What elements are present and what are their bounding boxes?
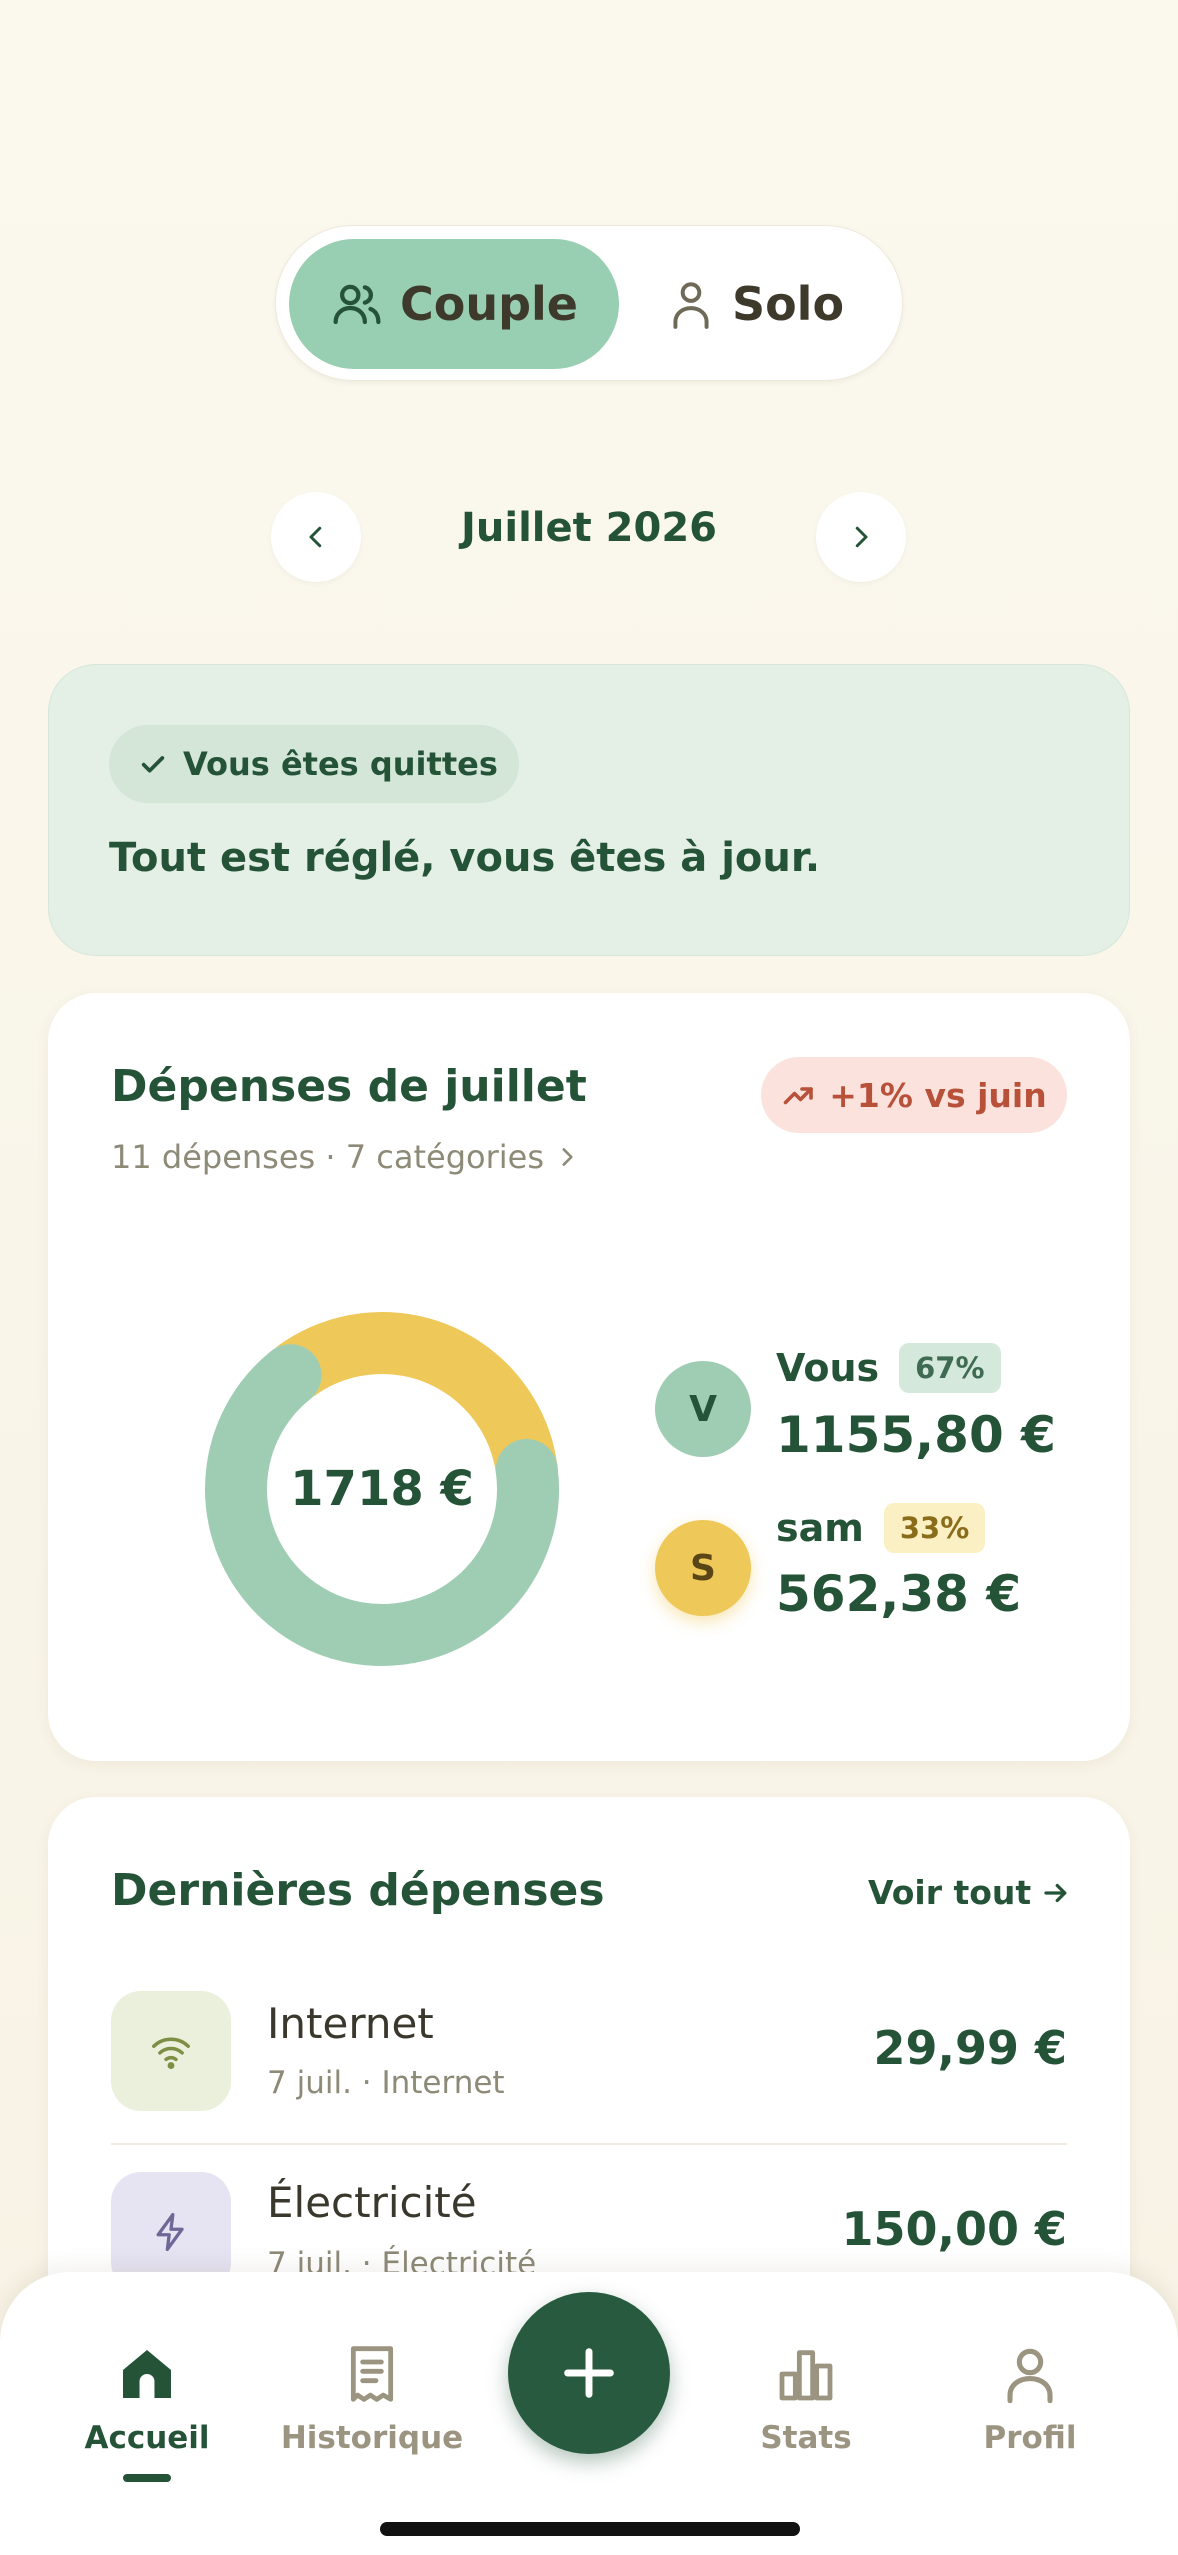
expenses-details-link[interactable]: 11 dépenses · 7 catégories [111,1138,580,1176]
expense-amount: 29,99 € [873,2021,1067,2075]
add-expense-button[interactable] [508,2292,670,2454]
settled-badge: Vous êtes quittes [109,725,519,803]
expense-name: Électricité [267,2178,477,2227]
expenses-title: Dépenses de juillet [111,1061,587,1112]
receipt-icon [340,2342,404,2406]
see-all-link[interactable]: Voir tout [868,1873,1071,1912]
percent-badge: 67% [899,1343,1001,1393]
check-icon [137,748,169,780]
chevron-right-icon [846,522,876,552]
expense-name: Internet [267,1999,434,2048]
tab-label: Stats [760,2420,852,2456]
expenses-subtitle: 11 dépenses · 7 catégories [111,1138,544,1176]
mode-toggle: Couple Solo [275,225,903,381]
settled-message: Tout est réglé, vous êtes à jour. [109,835,821,881]
expense-amount: 150,00 € [841,2202,1067,2256]
trend-label: +1% vs juin [829,1075,1047,1115]
monthly-expenses-card: Dépenses de juillet 11 dépenses · 7 caté… [48,993,1130,1761]
current-month: Juillet 2026 [461,505,717,551]
couple-mode-button[interactable]: Couple [289,239,619,369]
home-indicator [380,2522,800,2536]
divider [111,2143,1067,2145]
percent-badge: 33% [883,1503,986,1553]
avatar-vous: V [655,1361,751,1457]
person-amount: 1155,80 € [776,1406,1056,1464]
solo-label: Solo [731,277,845,331]
settled-badge-label: Vous êtes quittes [183,745,498,783]
tab-stats[interactable]: Stats [696,2342,916,2456]
home-icon [115,2342,179,2406]
chevron-right-icon [554,1144,580,1170]
latest-title: Dernières dépenses [111,1865,605,1916]
person-name: Vous [776,1346,880,1390]
expense-icon-box [111,1991,231,2111]
trending-up-icon [781,1077,817,1113]
person-sam-header: sam 33% [776,1503,986,1553]
next-month-button[interactable] [816,492,906,582]
user-icon [666,277,716,331]
person-amount: 562,38 € [776,1565,1022,1623]
solo-mode-button[interactable]: Solo [619,239,891,369]
wifi-icon [148,2028,194,2074]
see-all-label: Voir tout [868,1873,1032,1912]
tab-profil[interactable]: Profil [920,2342,1140,2456]
person-vous-header: Vous 67% [776,1343,1001,1393]
tab-label: Historique [280,2420,464,2456]
arrow-right-icon [1041,1878,1071,1908]
active-tab-indicator [123,2474,171,2482]
trend-badge: +1% vs juin [761,1057,1067,1133]
user-icon [998,2342,1062,2406]
tab-label: Accueil [84,2420,210,2456]
tab-accueil[interactable]: Accueil [37,2342,257,2482]
plus-icon [557,2341,621,2405]
previous-month-button[interactable] [271,492,361,582]
tab-label: Profil [983,2420,1077,2456]
person-name: sam [776,1506,864,1550]
bottom-nav: Accueil Historique Stats Profil [0,2272,1178,2555]
avatar-sam: S [655,1520,751,1616]
settled-status-card: Vous êtes quittes Tout est réglé, vous ê… [48,664,1130,956]
expense-meta: 7 juil. · Internet [267,2065,505,2101]
users-icon [330,277,384,331]
chevron-left-icon [301,522,331,552]
couple-label: Couple [399,277,578,331]
expense-row[interactable]: Internet 7 juil. · Internet 29,99 € [111,1991,1067,2111]
donut-total: 1718 € [290,1461,474,1517]
lightning-icon [149,2210,193,2254]
bar-chart-icon [774,2342,838,2406]
tab-historique[interactable]: Historique [262,2342,482,2456]
